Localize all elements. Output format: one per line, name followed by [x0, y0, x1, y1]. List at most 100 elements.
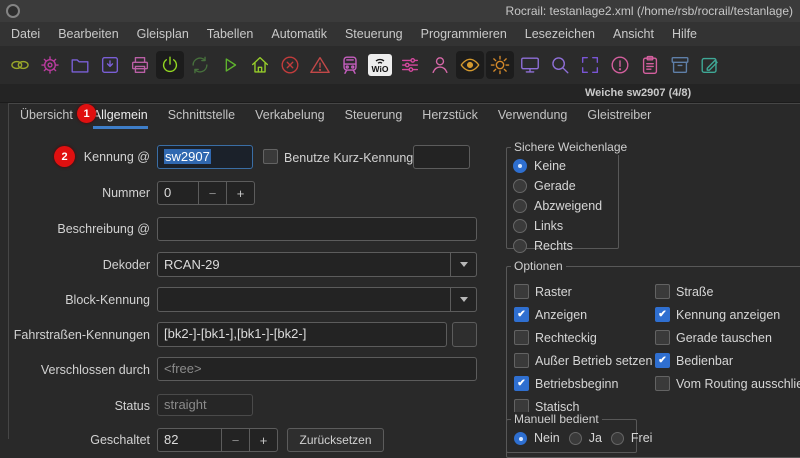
- tab-steuerung[interactable]: Steuerung: [345, 104, 403, 129]
- menu-item-hilfe[interactable]: Hilfe: [663, 22, 706, 46]
- folder-icon[interactable]: [66, 51, 94, 79]
- tab-ubersicht[interactable]: Übersicht: [20, 104, 73, 129]
- monitor-icon[interactable]: [516, 51, 544, 79]
- kurzkennung-checkbox[interactable]: [263, 149, 278, 164]
- fullscreen-icon[interactable]: [576, 51, 604, 79]
- clipboard-icon[interactable]: [636, 51, 664, 79]
- checkbox-anzeigen[interactable]: ✔Anzeigen: [514, 303, 652, 326]
- weichenlage-title: Sichere Weichenlage: [511, 140, 630, 155]
- blockkennung-dropdown-button[interactable]: [450, 287, 477, 312]
- nummer-plus-button[interactable]: +: [226, 182, 254, 204]
- checkbox-ausser-betrieb-setzen[interactable]: Außer Betrieb setzen: [514, 349, 652, 372]
- menu-item-lesezeichen[interactable]: Lesezeichen: [516, 22, 604, 46]
- radio-icon: [513, 239, 527, 253]
- brightness-icon[interactable]: [486, 51, 514, 79]
- verschlossen-input[interactable]: <free>: [157, 357, 477, 381]
- radio-label: Frei: [631, 431, 653, 445]
- radio-links[interactable]: Links: [513, 216, 602, 236]
- radio-nein[interactable]: Nein: [514, 430, 560, 446]
- checkbox-label: Rechteckig: [535, 331, 597, 345]
- radio-keine[interactable]: Keine: [513, 156, 602, 176]
- user-icon[interactable]: [426, 51, 454, 79]
- stop-icon[interactable]: [276, 51, 304, 79]
- nummer-spinner[interactable]: 0 − +: [157, 181, 255, 205]
- power-icon[interactable]: [156, 51, 184, 79]
- radio-label: Gerade: [534, 179, 576, 193]
- gear-icon[interactable]: [36, 51, 64, 79]
- checkbox-label: Vom Routing ausschließen: [676, 377, 800, 391]
- alert-icon[interactable]: [606, 51, 634, 79]
- menu-item-automatik[interactable]: Automatik: [262, 22, 336, 46]
- play-icon[interactable]: [216, 51, 244, 79]
- home-icon[interactable]: [246, 51, 274, 79]
- nummer-minus-button[interactable]: −: [198, 182, 226, 204]
- checkbox-rechteckig[interactable]: Rechteckig: [514, 326, 652, 349]
- beschreibung-label: Beschreibung @: [0, 221, 150, 237]
- tab-herzstuck[interactable]: Herzstück: [422, 104, 478, 129]
- blockkennung-combobox[interactable]: [157, 287, 477, 312]
- radio-icon: [513, 219, 527, 233]
- checkbox-raster[interactable]: Raster: [514, 280, 652, 303]
- checkbox-label: Anzeigen: [535, 308, 587, 322]
- blockkennung-label: Block-Kennung: [0, 292, 150, 308]
- geschaltet-spinner[interactable]: 82 − +: [157, 428, 278, 452]
- archive-icon[interactable]: [666, 51, 694, 79]
- checkbox-label: Raster: [535, 285, 572, 299]
- zuruecksetzen-button[interactable]: Zurücksetzen: [287, 428, 384, 452]
- verschlossen-label: Verschlossen durch: [0, 362, 150, 378]
- kennung-label: Kennung @: [0, 149, 150, 165]
- geschaltet-plus-button[interactable]: +: [249, 429, 277, 451]
- window-menu-icon[interactable]: [6, 4, 20, 18]
- printer-icon[interactable]: [126, 51, 154, 79]
- menu-item-ansicht[interactable]: Ansicht: [604, 22, 663, 46]
- import-icon[interactable]: [96, 51, 124, 79]
- checkbox-kennung-anzeigen[interactable]: ✔Kennung anzeigen: [655, 303, 800, 326]
- dekoder-dropdown-button[interactable]: [450, 252, 477, 277]
- sliders-icon[interactable]: [396, 51, 424, 79]
- dekoder-combobox[interactable]: RCAN-29: [157, 252, 477, 277]
- nummer-value[interactable]: 0: [158, 182, 198, 204]
- wio-icon[interactable]: WiO: [366, 51, 394, 79]
- warning-icon[interactable]: [306, 51, 334, 79]
- geschaltet-value[interactable]: 82: [158, 429, 221, 451]
- kurzkennung-input[interactable]: [413, 145, 470, 169]
- beschreibung-input[interactable]: [157, 217, 477, 241]
- tab-schnittstelle[interactable]: Schnittstelle: [168, 104, 235, 129]
- radio-abzweigend[interactable]: Abzweigend: [513, 196, 602, 216]
- menu-item-steuerung[interactable]: Steuerung: [336, 22, 412, 46]
- link-icon[interactable]: [6, 51, 34, 79]
- menu-item-bearbeiten[interactable]: Bearbeiten: [49, 22, 127, 46]
- eye-icon[interactable]: [456, 51, 484, 79]
- kennung-input[interactable]: sw2907: [157, 145, 253, 169]
- train-icon[interactable]: [336, 51, 364, 79]
- kennung-selected-text: sw2907: [164, 149, 211, 164]
- checkbox-strasse[interactable]: Straße: [655, 280, 800, 303]
- tab-verkabelung[interactable]: Verkabelung: [255, 104, 325, 129]
- radio-frei[interactable]: Frei: [611, 430, 653, 446]
- radio-label: Ja: [589, 431, 602, 445]
- radio-gerade[interactable]: Gerade: [513, 176, 602, 196]
- checkbox-gerade-tauschen[interactable]: Gerade tauschen: [655, 326, 800, 349]
- fahrstrassen-input[interactable]: [bk2-]-[bk1-],[bk1-]-[bk2-]: [157, 322, 447, 347]
- menu-item-programmieren[interactable]: Programmieren: [412, 22, 516, 46]
- checkbox-betriebsbeginn[interactable]: ✔Betriebsbeginn: [514, 372, 652, 395]
- edit-icon[interactable]: [696, 51, 724, 79]
- checkbox-bedienbar[interactable]: ✔Bedienbar: [655, 349, 800, 372]
- radio-ja[interactable]: Ja: [569, 430, 602, 446]
- tab-verwendung[interactable]: Verwendung: [498, 104, 568, 129]
- radio-rechts[interactable]: Rechts: [513, 236, 602, 256]
- annotation-badge-2: 2: [54, 146, 75, 167]
- dekoder-value: RCAN-29: [164, 257, 220, 272]
- window-titlebar: Rocrail: testanlage2.xml (/home/rsb/rocr…: [0, 0, 800, 22]
- tab-allgemein[interactable]: Allgemein: [93, 104, 148, 129]
- geschaltet-minus-button[interactable]: −: [221, 429, 249, 451]
- menu-item-tabellen[interactable]: Tabellen: [198, 22, 263, 46]
- tab-gleistreiber[interactable]: Gleistreiber: [587, 104, 651, 129]
- menu-item-datei[interactable]: Datei: [2, 22, 49, 46]
- menu-item-gleisplan[interactable]: Gleisplan: [128, 22, 198, 46]
- toolbar: WiO: [0, 46, 800, 84]
- checkbox-vom-routing-ausschliessen[interactable]: Vom Routing ausschließen: [655, 372, 800, 395]
- search-icon[interactable]: [546, 51, 574, 79]
- refresh-icon[interactable]: [186, 51, 214, 79]
- fahrstrassen-picker-button[interactable]: [452, 322, 477, 347]
